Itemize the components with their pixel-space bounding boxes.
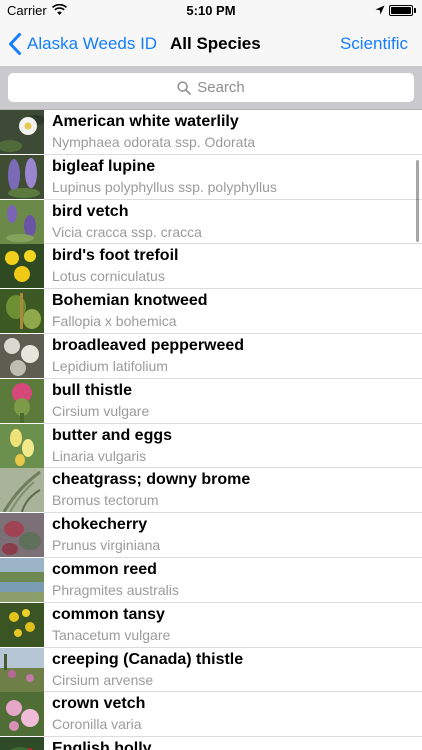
species-row-english-holly[interactable]: English holly (0, 737, 422, 750)
reed-thumbnail (0, 557, 44, 602)
trefoil-thumbnail (0, 244, 44, 289)
search-bar: Search (0, 66, 422, 110)
row-text: bull thistle Cirsium vulgare (44, 379, 422, 424)
species-row-bird-vetch[interactable]: bird vetch Vicia cracca ssp. cracca (0, 199, 422, 245)
scientific-name: Tanacetum vulgare (52, 626, 171, 643)
scientific-name: Coronilla varia (52, 716, 142, 733)
species-row-bohemian-knotweed[interactable]: Bohemian knotweed Fallopia x bohemica (0, 289, 422, 334)
row-text: cheatgrass; downy brome Bromus tectorum (44, 468, 422, 514)
species-row-butter-and-eggs[interactable]: butter and eggs Linaria vulgaris (0, 423, 422, 469)
common-name: bird's foot trefoil (52, 247, 179, 265)
navigation-bar: Alaska Weeds ID All Species Scientific (0, 22, 422, 66)
scientific-name: Phragmites australis (52, 581, 179, 598)
scientific-name: Lotus corniculatus (52, 268, 165, 285)
row-text: bigleaf lupine Lupinus polyphyllus ssp. … (44, 155, 422, 200)
cheatgrass-thumbnail (0, 468, 44, 513)
species-row-common-tansy[interactable]: common tansy Tanacetum vulgare (0, 602, 422, 648)
vetch-thumbnail (0, 199, 44, 244)
scroll-indicator[interactable] (416, 160, 419, 242)
back-button-label: Alaska Weeds ID (27, 34, 158, 53)
species-row-cheatgrass[interactable]: cheatgrass; downy brome Bromus tectorum (0, 468, 422, 514)
common-name: bigleaf lupine (52, 157, 156, 175)
row-text: butter and eggs Linaria vulgaris (44, 424, 422, 469)
scientific-name: Cirsium vulgare (52, 402, 150, 419)
common-name: chokecherry (52, 516, 148, 534)
common-name: broadleaved pepperweed (52, 336, 245, 354)
common-name: cheatgrass; downy brome (52, 471, 251, 489)
row-text: bird vetch Vicia cracca ssp. cracca (44, 200, 422, 245)
row-text: American white waterlily Nymphaea odorat… (44, 110, 422, 155)
common-name: American white waterlily (52, 113, 239, 130)
battery-icon (389, 5, 413, 16)
common-name: butter and eggs (52, 426, 173, 444)
common-name: Bohemian knotweed (52, 292, 208, 310)
species-row-birds-foot-trefoil[interactable]: bird's foot trefoil Lotus corniculatus (0, 244, 422, 290)
common-name: crown vetch (52, 695, 146, 713)
species-row-bull-thistle[interactable]: bull thistle Cirsium vulgare (0, 378, 422, 424)
chokecherry-thumbnail (0, 513, 44, 558)
scientific-name: Fallopia x bohemica (52, 313, 177, 330)
species-row-american-white-waterlily[interactable]: American white waterlily Nymphaea odorat… (0, 110, 422, 155)
lupine-thumbnail (0, 154, 44, 199)
row-text: Bohemian knotweed Fallopia x bohemica (44, 289, 422, 334)
search-icon (177, 80, 192, 95)
scientific-name: Prunus virginiana (52, 537, 161, 554)
row-text: broadleaved pepperweed Lepidium latifoli… (44, 334, 422, 379)
common-name: common tansy (52, 605, 165, 623)
clock: 5:10 PM (186, 3, 236, 18)
scientific-name: Bromus tectorum (52, 492, 159, 509)
scientific-name: Lepidium latifolium (52, 357, 168, 374)
row-text: crown vetch Coronilla varia (44, 692, 422, 738)
row-text: English holly (44, 737, 422, 750)
status-bar: Carrier 5:10 PM (0, 0, 422, 22)
canada-thistle-thumbnail (0, 647, 44, 692)
common-name: English holly (52, 740, 152, 750)
search-placeholder: Search (197, 79, 245, 96)
page-title: All Species (170, 34, 261, 53)
scientific-name: Vicia cracca ssp. cracca (52, 223, 202, 240)
common-name: creeping (Canada) thistle (52, 650, 244, 668)
species-row-chokecherry[interactable]: chokecherry Prunus virginiana (0, 513, 422, 558)
scientific-name: Cirsium arvense (52, 671, 154, 688)
butter-and-eggs-thumbnail (0, 423, 44, 468)
species-row-creeping-canada-thistle[interactable]: creeping (Canada) thistle Cirsium arvens… (0, 647, 422, 693)
search-input[interactable]: Search (8, 73, 414, 102)
holly-thumbnail (0, 737, 44, 750)
crown-vetch-thumbnail (0, 692, 44, 737)
row-text: common reed Phragmites australis (44, 558, 422, 603)
row-text: bird's foot trefoil Lotus corniculatus (44, 244, 422, 290)
chevron-left-icon (9, 33, 21, 55)
species-row-common-reed[interactable]: common reed Phragmites australis (0, 557, 422, 603)
scientific-button[interactable]: Scientific (340, 22, 408, 66)
scientific-name: Linaria vulgaris (52, 447, 147, 464)
common-name: bull thistle (52, 381, 132, 399)
species-row-bigleaf-lupine[interactable]: bigleaf lupine Lupinus polyphyllus ssp. … (0, 154, 422, 200)
battery-nub (414, 8, 416, 13)
common-name: bird vetch (52, 202, 129, 220)
species-list: American white waterlily Nymphaea odorat… (0, 110, 422, 750)
thistle-thumbnail (0, 378, 44, 423)
back-button[interactable]: Alaska Weeds ID (8, 22, 157, 66)
scientific-name: Lupinus polyphyllus ssp. polyphyllus (52, 178, 277, 195)
knotweed-thumbnail (0, 289, 44, 334)
row-text: chokecherry Prunus virginiana (44, 513, 422, 558)
row-text: common tansy Tanacetum vulgare (44, 603, 422, 648)
scientific-name: Nymphaea odorata ssp. Odorata (52, 134, 256, 150)
row-text: creeping (Canada) thistle Cirsium arvens… (44, 648, 422, 693)
location-arrow-icon (375, 5, 385, 15)
species-row-broadleaved-pepperweed[interactable]: broadleaved pepperweed Lepidium latifoli… (0, 333, 422, 379)
pepperweed-thumbnail (0, 333, 44, 378)
tansy-thumbnail (0, 602, 44, 647)
common-name: common reed (52, 560, 157, 578)
species-row-crown-vetch[interactable]: crown vetch Coronilla varia (0, 692, 422, 738)
waterlily-thumbnail (0, 110, 44, 154)
